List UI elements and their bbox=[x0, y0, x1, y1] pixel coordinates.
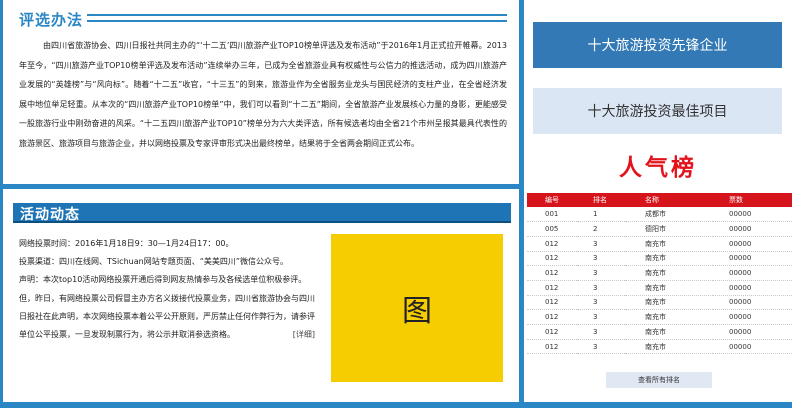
cell-number: 001 bbox=[527, 207, 577, 223]
cell-votes: 00000 bbox=[713, 221, 792, 237]
table-row[interactable]: 012 3 南充市 00000 bbox=[527, 265, 792, 281]
header-name: 名称 bbox=[625, 193, 713, 207]
cell-rank: 3 bbox=[577, 324, 625, 340]
cell-votes: 00000 bbox=[713, 251, 792, 267]
news-paragraph-statement: 声明：本次top10活动网络投票开通后得到网友热情参与及各候选单位积极参评。但，… bbox=[19, 271, 315, 344]
news-paragraph-channel: 投票渠道：四川在线网、TSichuan网站专题页面、“美美四川”微信公众号。 bbox=[19, 257, 288, 267]
ranking-table-header: 编号 排名 名称 票数 bbox=[527, 193, 792, 207]
table-row[interactable]: 012 3 南充市 00000 bbox=[527, 324, 792, 340]
cell-rank: 3 bbox=[577, 251, 625, 267]
news-section: 活动动态 网络投票时间：2016年1月18日9：30—1月24日17：00。 投… bbox=[3, 189, 519, 402]
cell-number: 012 bbox=[527, 339, 577, 355]
cell-votes: 00000 bbox=[713, 309, 792, 325]
cell-number: 012 bbox=[527, 295, 577, 311]
cell-name: 南充市 bbox=[625, 339, 713, 355]
cell-rank: 3 bbox=[577, 280, 625, 296]
cell-number: 005 bbox=[527, 221, 577, 237]
cell-name: 南充市 bbox=[625, 236, 713, 252]
cell-name: 德阳市 bbox=[625, 221, 713, 237]
cell-rank: 3 bbox=[577, 236, 625, 252]
table-row[interactable]: 005 2 德阳市 00000 bbox=[527, 221, 792, 237]
view-all-rankings-button[interactable]: 查看所有排名 bbox=[606, 372, 712, 388]
rules-title: 评选办法 bbox=[19, 10, 84, 29]
table-row[interactable]: 012 3 南充市 00000 bbox=[527, 280, 792, 296]
table-row[interactable]: 001 1 成都市 00000 bbox=[527, 207, 792, 223]
cell-number: 012 bbox=[527, 280, 577, 296]
cell-name: 南充市 bbox=[625, 324, 713, 340]
news-statement-text: 声明：本次top10活动网络投票开通后得到网友热情参与及各候选单位积极参评。但，… bbox=[19, 275, 315, 340]
cell-votes: 00000 bbox=[713, 339, 792, 355]
cell-rank: 3 bbox=[577, 265, 625, 281]
news-title-bar: 活动动态 bbox=[13, 203, 511, 223]
news-text: 网络投票时间：2016年1月18日9：30—1月24日17：00。 投票渠道：四… bbox=[19, 235, 315, 344]
news-image-placeholder: 图 bbox=[331, 234, 503, 382]
cell-name: 南充市 bbox=[625, 309, 713, 325]
table-row[interactable]: 012 3 南充市 00000 bbox=[527, 309, 792, 325]
table-row[interactable]: 012 3 南充市 00000 bbox=[527, 251, 792, 267]
cell-name: 南充市 bbox=[625, 265, 713, 281]
pioneer-enterprise-button[interactable]: 十大旅游投资先锋企业 bbox=[533, 22, 782, 68]
cell-rank: 3 bbox=[577, 295, 625, 311]
cell-rank: 1 bbox=[577, 207, 625, 223]
ranking-table: 编号 排名 名称 票数 001 1 成都市 00000 005 2 德阳市 00000 012 3… bbox=[527, 193, 792, 355]
header-rank: 排名 bbox=[577, 193, 625, 207]
rules-title-rule bbox=[87, 14, 507, 22]
cell-votes: 00000 bbox=[713, 324, 792, 340]
news-paragraph-time: 网络投票时间：2016年1月18日9：30—1月24日17：00。 bbox=[19, 239, 234, 248]
cell-number: 012 bbox=[527, 309, 577, 325]
cell-name: 南充市 bbox=[625, 251, 713, 267]
best-project-button[interactable]: 十大旅游投资最佳项目 bbox=[533, 88, 782, 134]
cell-name: 成都市 bbox=[625, 207, 713, 223]
ranking-table-body: 001 1 成都市 00000 005 2 德阳市 00000 012 3 南充市 00000 012 3… bbox=[527, 207, 792, 355]
image-placeholder-label: 图 bbox=[402, 294, 432, 329]
rules-section: 评选办法 由四川省旅游协会、四川日报社共同主办的“‘十二五’四川旅游产业TOP1… bbox=[3, 0, 519, 184]
frame-bottom-border bbox=[0, 402, 792, 408]
right-panel: 十大旅游投资先锋企业 十大旅游投资最佳项目 人气榜 编号 排名 名称 票数 00… bbox=[524, 0, 792, 402]
rules-text: 由四川省旅游协会、四川日报社共同主办的“‘十二五’四川旅游产业TOP10榜单评选… bbox=[19, 41, 507, 148]
cell-number: 012 bbox=[527, 251, 577, 267]
cell-rank: 3 bbox=[577, 309, 625, 325]
table-row[interactable]: 012 3 南充市 00000 bbox=[527, 339, 792, 355]
cell-rank: 2 bbox=[577, 221, 625, 237]
cell-rank: 3 bbox=[577, 339, 625, 355]
rules-header: 评选办法 bbox=[19, 10, 84, 29]
cell-votes: 00000 bbox=[713, 207, 792, 223]
cell-name: 南充市 bbox=[625, 280, 713, 296]
detail-link[interactable]: [详细] bbox=[293, 326, 315, 344]
popularity-title: 人气榜 bbox=[619, 155, 697, 181]
news-title: 活动动态 bbox=[20, 207, 80, 223]
cell-number: 012 bbox=[527, 236, 577, 252]
header-votes: 票数 bbox=[713, 193, 792, 207]
cell-votes: 00000 bbox=[713, 265, 792, 281]
table-row[interactable]: 012 3 南充市 00000 bbox=[527, 236, 792, 252]
header-number: 编号 bbox=[527, 193, 577, 207]
table-row[interactable]: 012 3 南充市 00000 bbox=[527, 295, 792, 311]
cell-name: 南充市 bbox=[625, 295, 713, 311]
cell-number: 012 bbox=[527, 265, 577, 281]
cell-votes: 00000 bbox=[713, 280, 792, 296]
cell-number: 012 bbox=[527, 324, 577, 340]
cell-votes: 00000 bbox=[713, 236, 792, 252]
cell-votes: 00000 bbox=[713, 295, 792, 311]
